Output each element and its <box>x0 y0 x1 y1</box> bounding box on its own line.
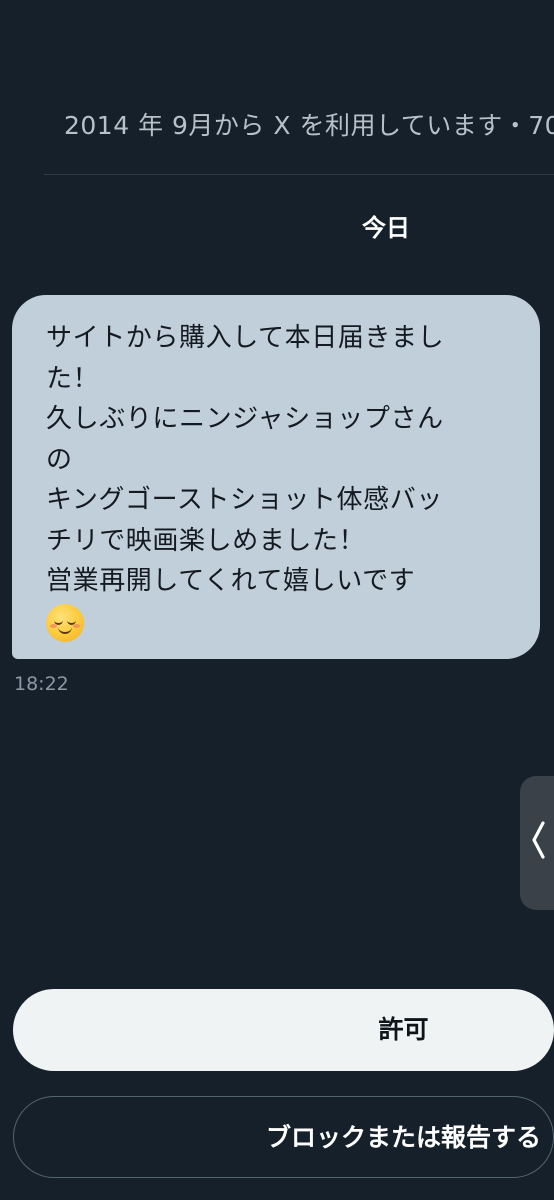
message-line: た！ <box>46 363 100 394</box>
message-line: チリで映画楽しめました！ <box>46 525 366 556</box>
account-info-text: 2014 年 9月から X を利用しています・70 <box>64 111 554 140</box>
message-line: の <box>46 444 73 475</box>
date-label: 今日 <box>362 214 410 242</box>
side-panel-handle[interactable] <box>520 776 554 910</box>
message-line: キングゴーストショット体感バッ <box>46 485 443 515</box>
block-button-label: ブロックまたは報告する <box>265 1122 541 1152</box>
chevron-left-icon <box>532 821 545 859</box>
block-or-report-button[interactable]: ブロックまたは報告する <box>13 1096 554 1178</box>
message-line: サイトから購入して本日届きまし <box>46 323 445 353</box>
allow-button[interactable]: 許可 <box>13 989 554 1071</box>
message-timestamp: 18:22 <box>14 673 69 695</box>
message-line: 久しぶりにニンジャショップさん <box>46 404 444 434</box>
message-bubble[interactable]: サイトから購入して本日届きまし た！ 久しぶりにニンジャショップさん の キング… <box>12 295 540 659</box>
allow-button-label: 許可 <box>378 1015 429 1044</box>
smiling-face-icon <box>46 603 84 642</box>
header-divider <box>44 174 554 175</box>
message-line: 営業再開してくれて嬉しいです <box>46 566 416 596</box>
